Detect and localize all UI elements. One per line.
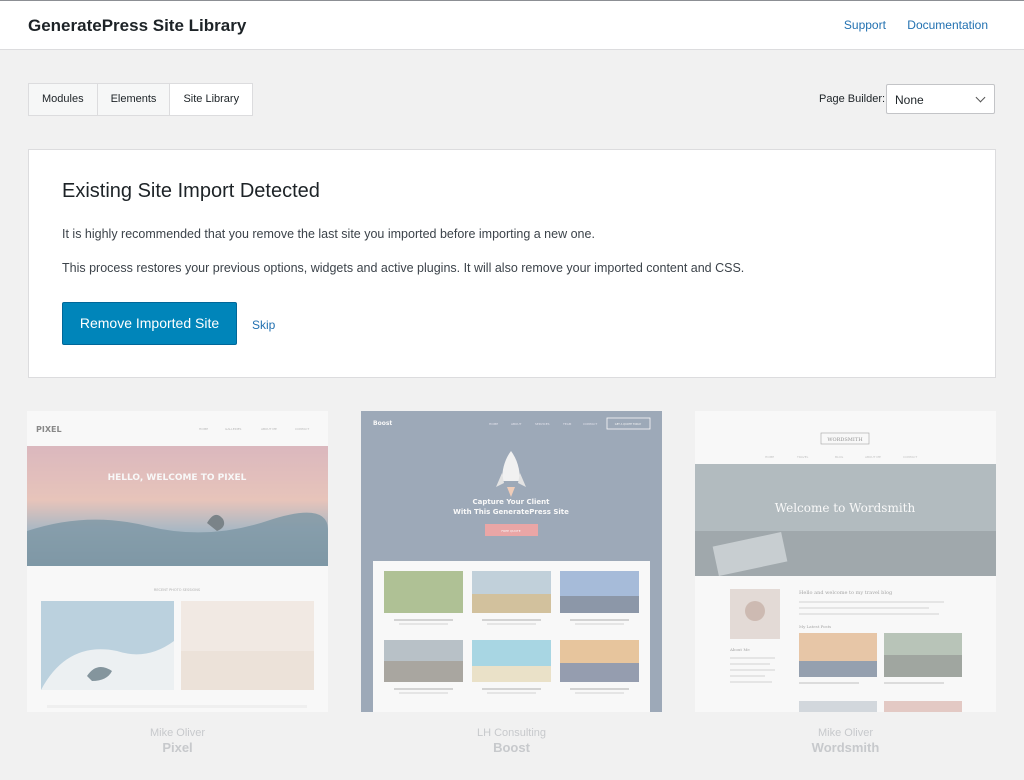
top-bar: GeneratePress Site Library Support Docum… bbox=[0, 0, 1024, 50]
remove-imported-site-button[interactable]: Remove Imported Site bbox=[62, 302, 237, 345]
tab-elements[interactable]: Elements bbox=[98, 84, 171, 115]
chevron-down-icon bbox=[975, 92, 986, 103]
wordsmith-nav-about: ABOUT ME bbox=[865, 455, 881, 459]
boost-logo-text: Boost bbox=[373, 420, 392, 427]
tab-bar: Modules Elements Site Library bbox=[28, 83, 254, 116]
wordsmith-about-title: About Me bbox=[729, 647, 750, 652]
site-card-boost[interactable]: Boost HOME ABOUT SERVICES TEAM CONTACT G… bbox=[361, 411, 662, 712]
wordsmith-hero-text: Welcome to Wordsmith bbox=[775, 501, 916, 515]
notice-heading: Existing Site Import Detected bbox=[62, 180, 320, 202]
pixel-nav-home: HOME bbox=[199, 427, 208, 431]
wordsmith-preview-thumbnail: WORDSMITH HOME TRAVEL BLOG ABOUT ME CONT… bbox=[695, 411, 996, 712]
site-card-wordsmith[interactable]: WORDSMITH HOME TRAVEL BLOG ABOUT ME CONT… bbox=[695, 411, 996, 712]
boost-preview-thumbnail: Boost HOME ABOUT SERVICES TEAM CONTACT G… bbox=[361, 411, 662, 712]
page-title: GeneratePress Site Library bbox=[28, 16, 247, 35]
boost-hero-line2: With This GeneratePress Site bbox=[453, 508, 569, 516]
site-name-pixel: Pixel bbox=[162, 740, 193, 755]
pixel-section-title: RECENT PHOTO SESSIONS bbox=[154, 588, 201, 592]
pixel-hero-text: HELLO, WELCOME TO PIXEL bbox=[108, 473, 247, 483]
wordsmith-nav-contact: CONTACT bbox=[903, 455, 917, 459]
site-name-boost: Boost bbox=[493, 740, 530, 755]
boost-nav-team: TEAM bbox=[562, 422, 572, 426]
site-author-pixel: Mike Oliver bbox=[149, 727, 205, 739]
site-name-wordsmith: Wordsmith bbox=[811, 740, 880, 755]
import-detected-notice: Existing Site Import Detected It is high… bbox=[28, 149, 996, 378]
skip-link[interactable]: Skip bbox=[252, 318, 275, 332]
wordsmith-nav-travel: TRAVEL bbox=[796, 455, 809, 459]
pixel-nav-contact: CONTACT bbox=[295, 427, 309, 431]
boost-nav-about: ABOUT bbox=[511, 422, 522, 426]
header-links: Support Documentation bbox=[826, 18, 988, 32]
boost-nav-contact: CONTACT bbox=[583, 422, 597, 426]
site-author-wordsmith: Mike Oliver bbox=[817, 727, 873, 739]
wordsmith-nav-blog: BLOG bbox=[835, 455, 844, 459]
page-builder-label: Page Builder: bbox=[819, 93, 886, 105]
tab-modules[interactable]: Modules bbox=[29, 84, 98, 115]
pixel-nav-about: ABOUT ME bbox=[261, 427, 277, 431]
site-author-boost: LH Consulting bbox=[476, 727, 547, 739]
boost-hero-line1: Capture Your Client bbox=[473, 498, 551, 506]
pixel-logo-text: PIXEL bbox=[36, 425, 62, 434]
wordsmith-intro: Hello and welcome to my travel blog bbox=[799, 590, 893, 596]
wordsmith-logo-text: WORDSMITH bbox=[827, 437, 863, 443]
page-builder-select[interactable]: None bbox=[886, 84, 995, 114]
notice-description: This process restores your previous opti… bbox=[62, 261, 745, 275]
support-link[interactable]: Support bbox=[844, 18, 886, 32]
wordsmith-nav-home: HOME bbox=[765, 455, 774, 459]
page-builder-value: None bbox=[895, 93, 924, 107]
wordsmith-section-title: My Latest Posts bbox=[799, 624, 831, 629]
boost-nav-home: HOME bbox=[489, 422, 498, 426]
documentation-link[interactable]: Documentation bbox=[907, 18, 988, 32]
site-card-pixel[interactable]: PIXEL HOME GALLERIES ABOUT ME CONTACT HE… bbox=[27, 411, 328, 712]
pixel-preview-thumbnail: PIXEL HOME GALLERIES ABOUT ME CONTACT HE… bbox=[27, 411, 328, 712]
pixel-nav-galleries: GALLERIES bbox=[225, 427, 241, 431]
tab-site-library[interactable]: Site Library bbox=[170, 84, 253, 115]
boost-cta-button: FREE QUOTE bbox=[501, 529, 520, 533]
boost-nav-services: SERVICES bbox=[535, 422, 550, 426]
notice-recommendation: It is highly recommended that you remove… bbox=[62, 227, 595, 241]
boost-header-cta: GET A QUOTE TODAY bbox=[615, 422, 642, 426]
